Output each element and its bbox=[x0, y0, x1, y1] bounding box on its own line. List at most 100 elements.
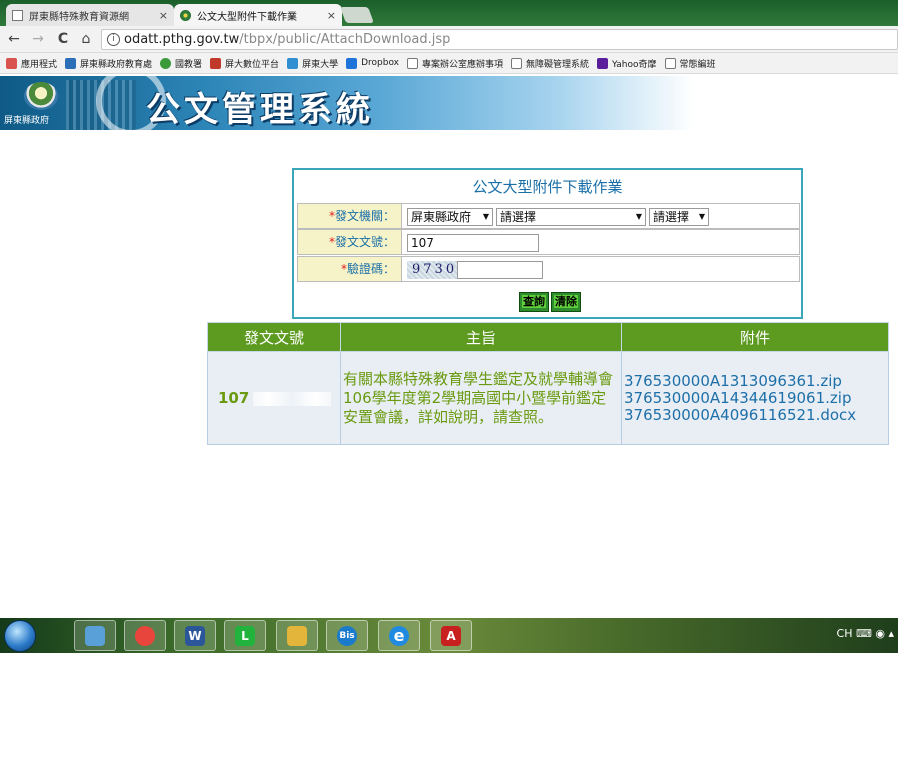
agency-select-3[interactable]: 請選擇 ▼ bbox=[649, 208, 709, 226]
agency-select-2[interactable]: 請選擇 ▼ bbox=[496, 208, 646, 226]
bookmark-education-dept[interactable]: 屏東縣政府教育處 bbox=[65, 57, 152, 70]
label-text: 驗證碼： bbox=[346, 262, 395, 276]
cell-doc-no: 107 bbox=[207, 351, 341, 445]
bookmark-label: 屏大數位平台 bbox=[225, 59, 280, 70]
clear-button[interactable]: 清除 bbox=[551, 292, 581, 312]
bookmark-project-office[interactable]: 專案辦公室應辦事項 bbox=[407, 57, 503, 70]
taskbar-app-files[interactable] bbox=[276, 620, 318, 651]
header-subject: 主旨 bbox=[340, 322, 622, 352]
site-icon bbox=[287, 57, 299, 69]
url-host: odatt.pthg.gov.tw bbox=[124, 32, 240, 47]
bookmark-label: 專案辦公室應辦事項 bbox=[422, 59, 504, 70]
doc-no-input[interactable]: 107 bbox=[407, 234, 539, 252]
reload-icon[interactable]: C bbox=[55, 31, 71, 47]
bookmark-accessibility[interactable]: 無障礙管理系統 bbox=[511, 57, 589, 70]
bookmark-digital-platform[interactable]: 屏大數位平台 bbox=[210, 57, 279, 70]
cell-subject: 有關本縣特殊教育學生鑑定及就學輔導會106學年度第2學期高國中小暨學前鑑定安置會… bbox=[340, 351, 622, 445]
attachment-link[interactable]: 376530000A14344619061.zip bbox=[624, 389, 888, 407]
bookmark-label: 無障礙管理系統 bbox=[526, 59, 590, 70]
agency-row: *發文機關： 屏東縣政府 ▼ 請選擇 ▼ 請選擇 ▼ bbox=[297, 203, 800, 229]
query-button[interactable]: 查詢 bbox=[519, 292, 549, 312]
chrome-icon bbox=[135, 626, 155, 646]
bis-icon: Bis bbox=[337, 626, 357, 646]
tab-special-education[interactable]: 屏東縣特殊教育資源網 × bbox=[6, 4, 174, 26]
bookmark-label: 屏東縣政府教育處 bbox=[80, 59, 153, 70]
county-seal-icon bbox=[24, 82, 58, 110]
bookmark-label: 常態編班 bbox=[679, 59, 716, 70]
bookmark-dropbox[interactable]: Dropbox bbox=[346, 57, 399, 69]
site-icon bbox=[65, 57, 77, 69]
explorer-icon bbox=[85, 626, 105, 646]
bookmark-nptu[interactable]: 屏東大學 bbox=[287, 57, 338, 70]
line-icon: L bbox=[235, 626, 255, 646]
page-icon bbox=[511, 57, 523, 69]
back-icon[interactable]: ← bbox=[6, 31, 22, 47]
system-tray[interactable]: CH ⌨ ◉ ▴ bbox=[837, 627, 894, 640]
input-method-indicator[interactable]: CH bbox=[837, 627, 853, 640]
taskbar-app-chrome[interactable] bbox=[124, 620, 166, 651]
new-tab-button[interactable] bbox=[340, 7, 374, 23]
windows-taskbar: W L Bis e A CH ⌨ ◉ ▴ bbox=[0, 618, 898, 653]
browser-tab-bar: 屏東縣特殊教育資源網 × 公文大型附件下載作業 × bbox=[0, 0, 898, 26]
bookmark-class-grouping[interactable]: 常態編班 bbox=[664, 57, 716, 70]
page-icon bbox=[407, 57, 418, 69]
attachment-link[interactable]: 376530000A1313096361.zip bbox=[624, 372, 888, 390]
captcha-label: *驗證碼： bbox=[298, 257, 402, 281]
taskbar-app-bis[interactable]: Bis bbox=[326, 620, 368, 651]
system-title: 公文管理系統 bbox=[146, 90, 374, 130]
bookmark-apps[interactable]: 應用程式 bbox=[6, 57, 57, 70]
taskbar-app-explorer[interactable] bbox=[74, 620, 116, 651]
taskbar-app-acrobat[interactable]: A bbox=[430, 620, 472, 651]
download-form: 公文大型附件下載作業 *發文機關： 屏東縣政府 ▼ 請選擇 ▼ 請選擇 ▼ *發文文號… bbox=[292, 168, 803, 319]
doc-no-label: *發文文號： bbox=[298, 230, 402, 254]
address-bar[interactable]: i odatt.pthg.gov.tw/tbpx/public/AttachDo… bbox=[101, 29, 898, 50]
info-icon[interactable]: i bbox=[107, 33, 120, 46]
dropdown-arrow-icon: ▼ bbox=[482, 212, 489, 221]
dropdown-arrow-icon: ▼ bbox=[635, 212, 642, 221]
redacted-block bbox=[253, 391, 332, 406]
home-icon[interactable]: ⌂ bbox=[78, 31, 94, 47]
select-value: 屏東縣政府 bbox=[411, 210, 472, 224]
bookmark-yahoo[interactable]: Yahoo奇摩 bbox=[597, 57, 657, 70]
bookmark-k12ea[interactable]: 國教署 bbox=[160, 57, 202, 70]
select-value: 請選擇 bbox=[653, 210, 690, 224]
taskbar-app-word[interactable]: W bbox=[174, 620, 216, 651]
tab-attach-download[interactable]: 公文大型附件下載作業 × bbox=[174, 4, 342, 26]
doc-no-row: *發文文號： 107 bbox=[297, 229, 800, 255]
captcha-input[interactable] bbox=[457, 261, 543, 279]
acrobat-icon: A bbox=[441, 626, 461, 646]
page-icon bbox=[12, 9, 23, 21]
start-button[interactable] bbox=[4, 620, 36, 652]
captcha-row: *驗證碼： 9730 bbox=[297, 256, 800, 282]
taskbar-app-ie[interactable]: e bbox=[378, 620, 420, 651]
page-icon bbox=[664, 57, 676, 69]
select-value: 請選擇 bbox=[500, 210, 537, 224]
tab-label: 屏東縣特殊教育資源網 bbox=[29, 11, 129, 23]
attachment-link[interactable]: 376530000A4096116521.docx bbox=[624, 406, 888, 424]
close-icon[interactable]: × bbox=[327, 9, 336, 22]
cell-attachments: 376530000A1313096361.zip 376530000A14344… bbox=[621, 351, 889, 445]
table-row: 107 有關本縣特殊教育學生鑑定及就學輔導會106學年度第2學期高國中小暨學前鑑… bbox=[207, 351, 889, 445]
tab-label: 公文大型附件下載作業 bbox=[197, 11, 297, 23]
table-header-row: 發文文號 主旨 附件 bbox=[207, 322, 889, 352]
forward-icon[interactable]: → bbox=[30, 31, 46, 47]
doc-no-text: 107 bbox=[218, 389, 250, 407]
org-name: 屏東縣政府 bbox=[4, 116, 50, 126]
url-path: /tbpx/public/AttachDownload.jsp bbox=[239, 32, 451, 47]
yahoo-icon bbox=[597, 57, 609, 69]
dropbox-icon bbox=[346, 57, 358, 69]
close-icon[interactable]: × bbox=[159, 9, 168, 22]
agency-select-1[interactable]: 屏東縣政府 ▼ bbox=[407, 208, 493, 226]
captcha-image: 9730 bbox=[407, 261, 457, 279]
system-banner: 屏東縣政府 公文管理系統 bbox=[0, 76, 694, 130]
form-title: 公文大型附件下載作業 bbox=[472, 178, 623, 196]
bookmark-label: 國教署 bbox=[175, 59, 203, 70]
header-doc-no: 發文文號 bbox=[207, 322, 341, 352]
ie-icon: e bbox=[389, 626, 409, 646]
label-text: 發文文號： bbox=[334, 235, 395, 249]
button-label: 清除 bbox=[554, 295, 578, 308]
results-table: 發文文號 主旨 附件 107 有關本縣特殊教育學生鑑定及就學輔導會106學年度第… bbox=[207, 322, 889, 445]
taskbar-app-line[interactable]: L bbox=[224, 620, 266, 651]
button-label: 查詢 bbox=[522, 295, 546, 308]
label-text: 發文機關： bbox=[334, 209, 395, 223]
